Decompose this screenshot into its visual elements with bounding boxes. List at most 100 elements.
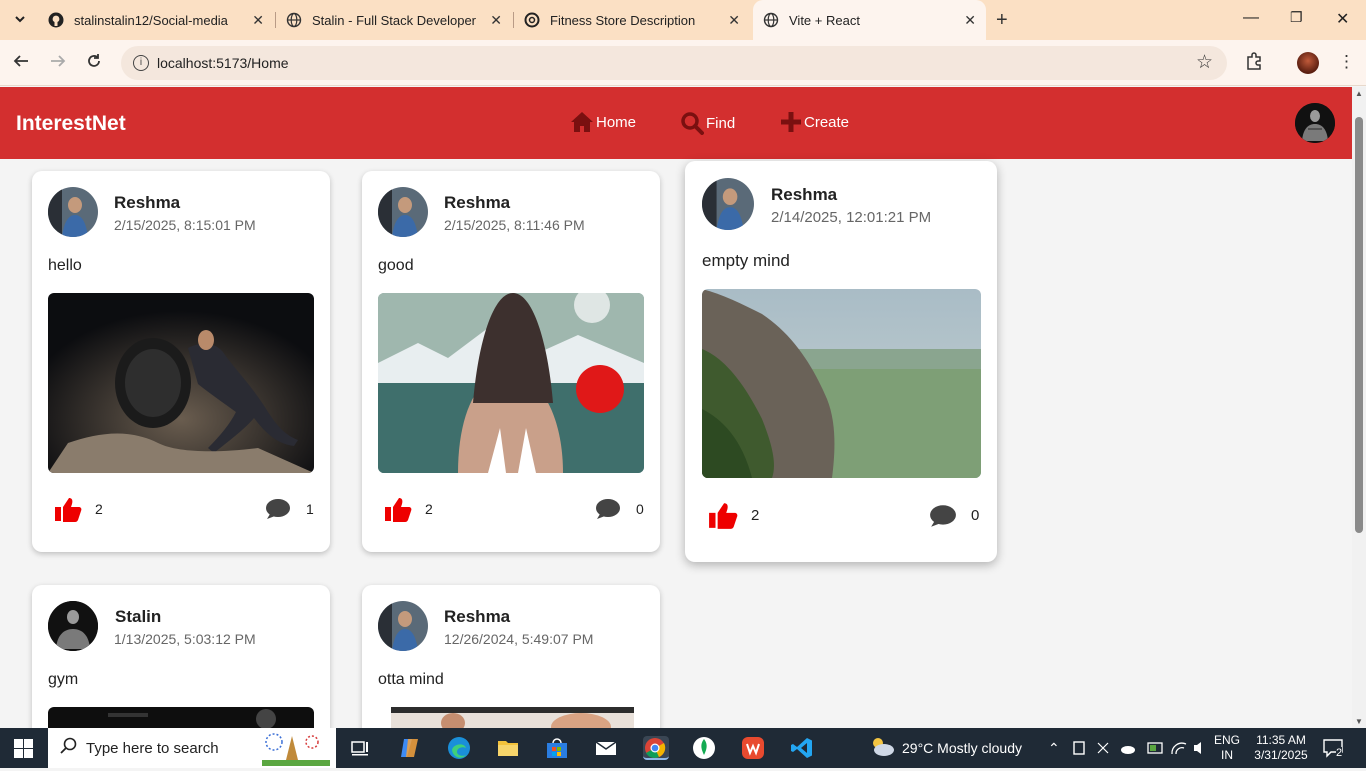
nav-home-label: Home	[596, 113, 637, 131]
windows-start-icon[interactable]	[14, 739, 33, 763]
back-icon[interactable]	[13, 53, 29, 74]
post-image[interactable]	[702, 289, 981, 478]
vscode-icon[interactable]	[790, 736, 814, 760]
like-count: 2	[751, 507, 760, 524]
like-icon[interactable]	[54, 496, 82, 527]
post-author-name[interactable]: Stalin	[115, 607, 161, 627]
address-bar[interactable]: i localhost:5173/Home ☆	[121, 46, 1227, 80]
post-image[interactable]	[378, 293, 644, 473]
extensions-icon[interactable]	[1245, 52, 1263, 75]
minimize-icon[interactable]: —	[1243, 9, 1259, 27]
close-tab-icon[interactable]: ✕	[252, 12, 264, 29]
new-tab-icon[interactable]: +	[996, 9, 1008, 32]
post-timestamp: 2/15/2025, 8:11:46 PM	[444, 217, 585, 233]
post-author-name[interactable]: Reshma	[771, 185, 837, 205]
comment-icon[interactable]	[929, 504, 957, 533]
search-highlight-icon	[262, 732, 330, 771]
show-hidden-icons[interactable]: ⌃	[1048, 728, 1060, 768]
close-tab-icon[interactable]: ✕	[490, 12, 502, 29]
like-icon[interactable]	[384, 496, 412, 527]
mail-icon[interactable]	[594, 736, 618, 760]
browser-tab[interactable]: stalinstalin12/Social-media ✕	[38, 0, 274, 40]
user-avatar[interactable]	[1295, 103, 1335, 143]
clock-date: 3/31/2025	[1254, 748, 1308, 762]
post-author-avatar[interactable]	[378, 601, 428, 651]
post-image[interactable]	[391, 707, 634, 728]
edge-icon[interactable]	[447, 736, 471, 760]
language-code: ENG	[1214, 733, 1241, 747]
wps-office-icon[interactable]	[741, 736, 765, 760]
close-tab-icon[interactable]: ✕	[728, 12, 740, 29]
browser-tab-active[interactable]: Vite + React ✕	[753, 0, 986, 40]
home-icon	[571, 112, 593, 132]
post-author-avatar[interactable]	[702, 178, 754, 230]
site-info-icon[interactable]: i	[133, 55, 149, 71]
nav-home[interactable]: Home	[570, 111, 636, 133]
reload-icon[interactable]	[86, 53, 102, 74]
page-viewport: InterestNet Home Find Create Reshma 2/15…	[0, 87, 1352, 728]
post-timestamp: 2/14/2025, 12:01:21 PM	[771, 209, 932, 226]
task-view-icon[interactable]	[348, 736, 372, 760]
post-card: Reshma 12/26/2024, 5:49:07 PM otta mind	[362, 585, 660, 728]
nav-create[interactable]: Create	[780, 111, 849, 133]
plus-icon	[781, 112, 801, 132]
globe-icon	[286, 12, 302, 28]
post-image[interactable]	[48, 293, 314, 473]
like-count: 2	[95, 501, 103, 517]
scroll-down-icon[interactable]: ▼	[1355, 717, 1363, 726]
mongodb-compass-icon[interactable]	[692, 736, 716, 760]
clock[interactable]: 11:35 AM 3/31/2025	[1252, 728, 1310, 768]
forward-icon[interactable]	[50, 53, 66, 74]
input-language[interactable]: ENG IN	[1214, 728, 1240, 768]
browser-tab[interactable]: Fitness Store Description ✕	[514, 0, 750, 40]
globe-icon	[763, 12, 779, 28]
profile-avatar[interactable]	[1297, 52, 1319, 74]
comment-icon[interactable]	[595, 498, 621, 525]
page-scrollbar[interactable]: ▲ ▼	[1352, 87, 1366, 728]
browser-tab-strip: stalinstalin12/Social-media ✕ Stalin - F…	[0, 0, 1366, 40]
url-text: localhost:5173/Home	[157, 55, 289, 71]
file-explorer-icon[interactable]	[496, 736, 520, 760]
post-text: otta mind	[378, 671, 444, 688]
tab-title: Stalin - Full Stack Developer	[312, 12, 477, 28]
notification-center-icon[interactable]: 2	[1322, 728, 1344, 768]
more-menu-icon[interactable]: ⋮	[1338, 52, 1355, 72]
post-text: good	[378, 257, 414, 274]
weather-cloudy-icon	[868, 735, 896, 762]
copilot-icon[interactable]	[398, 736, 422, 760]
post-image[interactable]	[48, 707, 314, 728]
windows-taskbar: Type here to search 29°C Mostly cloudy ⌃…	[0, 728, 1366, 768]
comment-count: 1	[306, 501, 314, 517]
browser-tab[interactable]: Stalin - Full Stack Developer ✕	[276, 0, 512, 40]
tab-search-button[interactable]	[9, 8, 31, 30]
system-tray-icons[interactable]	[1072, 728, 1208, 768]
post-timestamp: 1/13/2025, 5:03:12 PM	[114, 631, 256, 647]
post-text: empty mind	[702, 251, 790, 270]
close-tab-icon[interactable]: ✕	[964, 12, 976, 29]
post-author-avatar[interactable]	[378, 187, 428, 237]
post-author-name[interactable]: Reshma	[444, 607, 510, 627]
post-card: Reshma 2/14/2025, 12:01:21 PM empty mind…	[685, 161, 997, 562]
scrollbar-thumb[interactable]	[1355, 117, 1363, 533]
comment-icon[interactable]	[265, 498, 291, 525]
post-author-avatar[interactable]	[48, 601, 98, 651]
brand-logo[interactable]: InterestNet	[16, 112, 126, 136]
post-author-name[interactable]: Reshma	[444, 193, 510, 213]
search-icon	[681, 112, 704, 135]
comment-count: 0	[971, 507, 980, 524]
restore-icon[interactable]: ❐	[1290, 9, 1303, 26]
like-icon[interactable]	[708, 501, 738, 534]
microsoft-store-icon[interactable]	[545, 736, 569, 760]
clock-time: 11:35 AM	[1256, 733, 1306, 747]
post-author-avatar[interactable]	[48, 187, 98, 237]
nav-find[interactable]: Find	[680, 111, 735, 135]
post-text: gym	[48, 671, 79, 688]
weather-widget[interactable]: 29°C Mostly cloudy	[868, 728, 1022, 768]
bookmark-star-icon[interactable]: ☆	[1196, 51, 1213, 74]
window-close-icon[interactable]: ✕	[1336, 9, 1349, 29]
like-count: 2	[425, 501, 433, 517]
post-author-name[interactable]: Reshma	[114, 193, 180, 213]
taskbar-search-box[interactable]: Type here to search	[48, 728, 336, 768]
scroll-up-icon[interactable]: ▲	[1355, 89, 1363, 98]
chrome-icon[interactable]	[643, 736, 669, 760]
